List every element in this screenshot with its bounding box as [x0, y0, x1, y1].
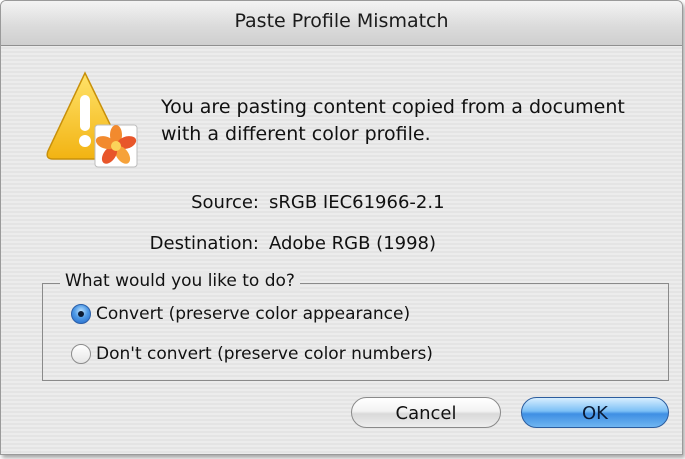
options-groupbox: What would you like to do? Convert (pres…	[42, 271, 669, 381]
cancel-button[interactable]: Cancel	[351, 397, 501, 428]
destination-label: Destination:	[149, 233, 259, 254]
convert-label[interactable]: Convert (preserve color appearance)	[96, 304, 410, 324]
convert-radio[interactable]	[71, 304, 91, 324]
source-value: sRGB IEC61966-2.1	[269, 192, 445, 213]
options-legend: What would you like to do?	[60, 271, 300, 291]
dialog-window: Paste Profile Mismatch You are pasting c…	[0, 0, 683, 455]
alert-message: You are pasting content copied from a do…	[161, 96, 625, 145]
dont-convert-label[interactable]: Don't convert (preserve color numbers)	[96, 344, 433, 364]
title-bar[interactable]: Paste Profile Mismatch	[1, 1, 682, 46]
dont-convert-radio[interactable]	[71, 344, 91, 364]
destination-value: Adobe RGB (1998)	[269, 233, 437, 254]
source-label: Source:	[191, 192, 259, 213]
ok-button[interactable]: OK	[521, 397, 669, 428]
warning-triangle-icon	[46, 71, 138, 168]
dialog-title: Paste Profile Mismatch	[234, 10, 449, 32]
dont-convert-option[interactable]: Don't convert (preserve color numbers)	[71, 342, 433, 366]
convert-option[interactable]: Convert (preserve color appearance)	[71, 302, 410, 326]
